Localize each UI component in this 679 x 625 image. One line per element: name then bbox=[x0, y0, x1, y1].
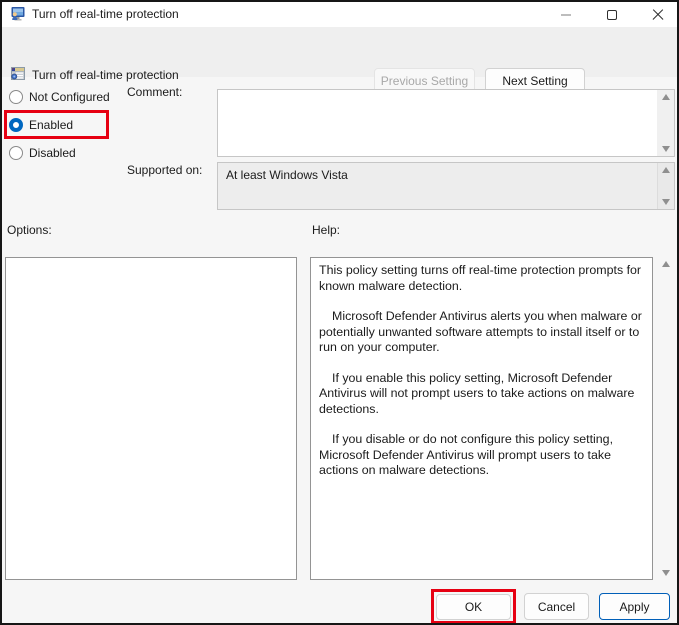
help-paragraph: If you enable this policy setting, Micro… bbox=[319, 370, 635, 416]
options-panel bbox=[5, 257, 297, 580]
group-policy-app-icon bbox=[11, 7, 25, 21]
supported-scrollbar[interactable] bbox=[657, 163, 674, 209]
apply-button[interactable]: Apply bbox=[599, 593, 670, 620]
radio-icon[interactable] bbox=[9, 145, 23, 160]
supported-on-value: At least Windows Vista bbox=[226, 168, 348, 182]
policy-setting-icon bbox=[11, 67, 25, 80]
radio-icon[interactable] bbox=[9, 89, 23, 104]
minimize-button[interactable] bbox=[550, 2, 582, 27]
maximize-button[interactable] bbox=[596, 2, 628, 27]
close-icon bbox=[652, 9, 664, 21]
help-panel: This policy setting turns off real-time … bbox=[310, 257, 653, 580]
radio-disabled[interactable]: Disabled bbox=[9, 145, 76, 160]
policy-name: Turn off real-time protection bbox=[32, 68, 179, 82]
radio-icon[interactable] bbox=[9, 117, 23, 132]
scroll-up-icon[interactable] bbox=[662, 167, 670, 173]
options-label: Options: bbox=[7, 223, 52, 237]
radio-label: Disabled bbox=[29, 145, 76, 160]
minimize-icon bbox=[561, 13, 571, 16]
comment-value[interactable] bbox=[218, 90, 657, 156]
scroll-up-icon[interactable] bbox=[662, 261, 670, 267]
help-paragraph: If you disable or do not configure this … bbox=[319, 432, 614, 477]
window-title: Turn off real-time protection bbox=[32, 7, 179, 21]
help-paragraph: This policy setting turns off real-time … bbox=[319, 263, 642, 293]
supported-on-label: Supported on: bbox=[127, 163, 203, 177]
radio-label: Enabled bbox=[29, 117, 74, 132]
radio-enabled[interactable]: Enabled bbox=[9, 117, 73, 132]
maximize-icon bbox=[607, 9, 617, 20]
help-paragraph: Microsoft Defender Antivirus alerts you … bbox=[319, 309, 642, 354]
radio-label: Not Configured bbox=[29, 89, 110, 104]
help-label: Help: bbox=[312, 223, 341, 237]
comment-scrollbar[interactable] bbox=[657, 90, 674, 156]
comment-label: Comment: bbox=[127, 85, 183, 99]
close-button[interactable] bbox=[642, 2, 674, 27]
policy-setting-dialog: Turn off real-time protection Turn off r… bbox=[0, 0, 679, 625]
supported-on-field: At least Windows Vista bbox=[217, 162, 675, 210]
cancel-button[interactable]: Cancel bbox=[524, 593, 589, 620]
scroll-up-icon[interactable] bbox=[661, 94, 670, 100]
ok-button[interactable]: OK bbox=[436, 594, 511, 620]
title-bar[interactable]: Turn off real-time protection bbox=[2, 2, 677, 27]
scroll-down-icon[interactable] bbox=[661, 146, 670, 152]
comment-field[interactable] bbox=[217, 89, 675, 157]
radio-not-configured[interactable]: Not Configured bbox=[9, 89, 110, 104]
help-scrollbar[interactable] bbox=[657, 257, 675, 580]
scroll-down-icon[interactable] bbox=[662, 199, 670, 205]
policy-header: Turn off real-time protection Previous S… bbox=[2, 27, 677, 93]
scroll-down-icon[interactable] bbox=[662, 570, 670, 576]
